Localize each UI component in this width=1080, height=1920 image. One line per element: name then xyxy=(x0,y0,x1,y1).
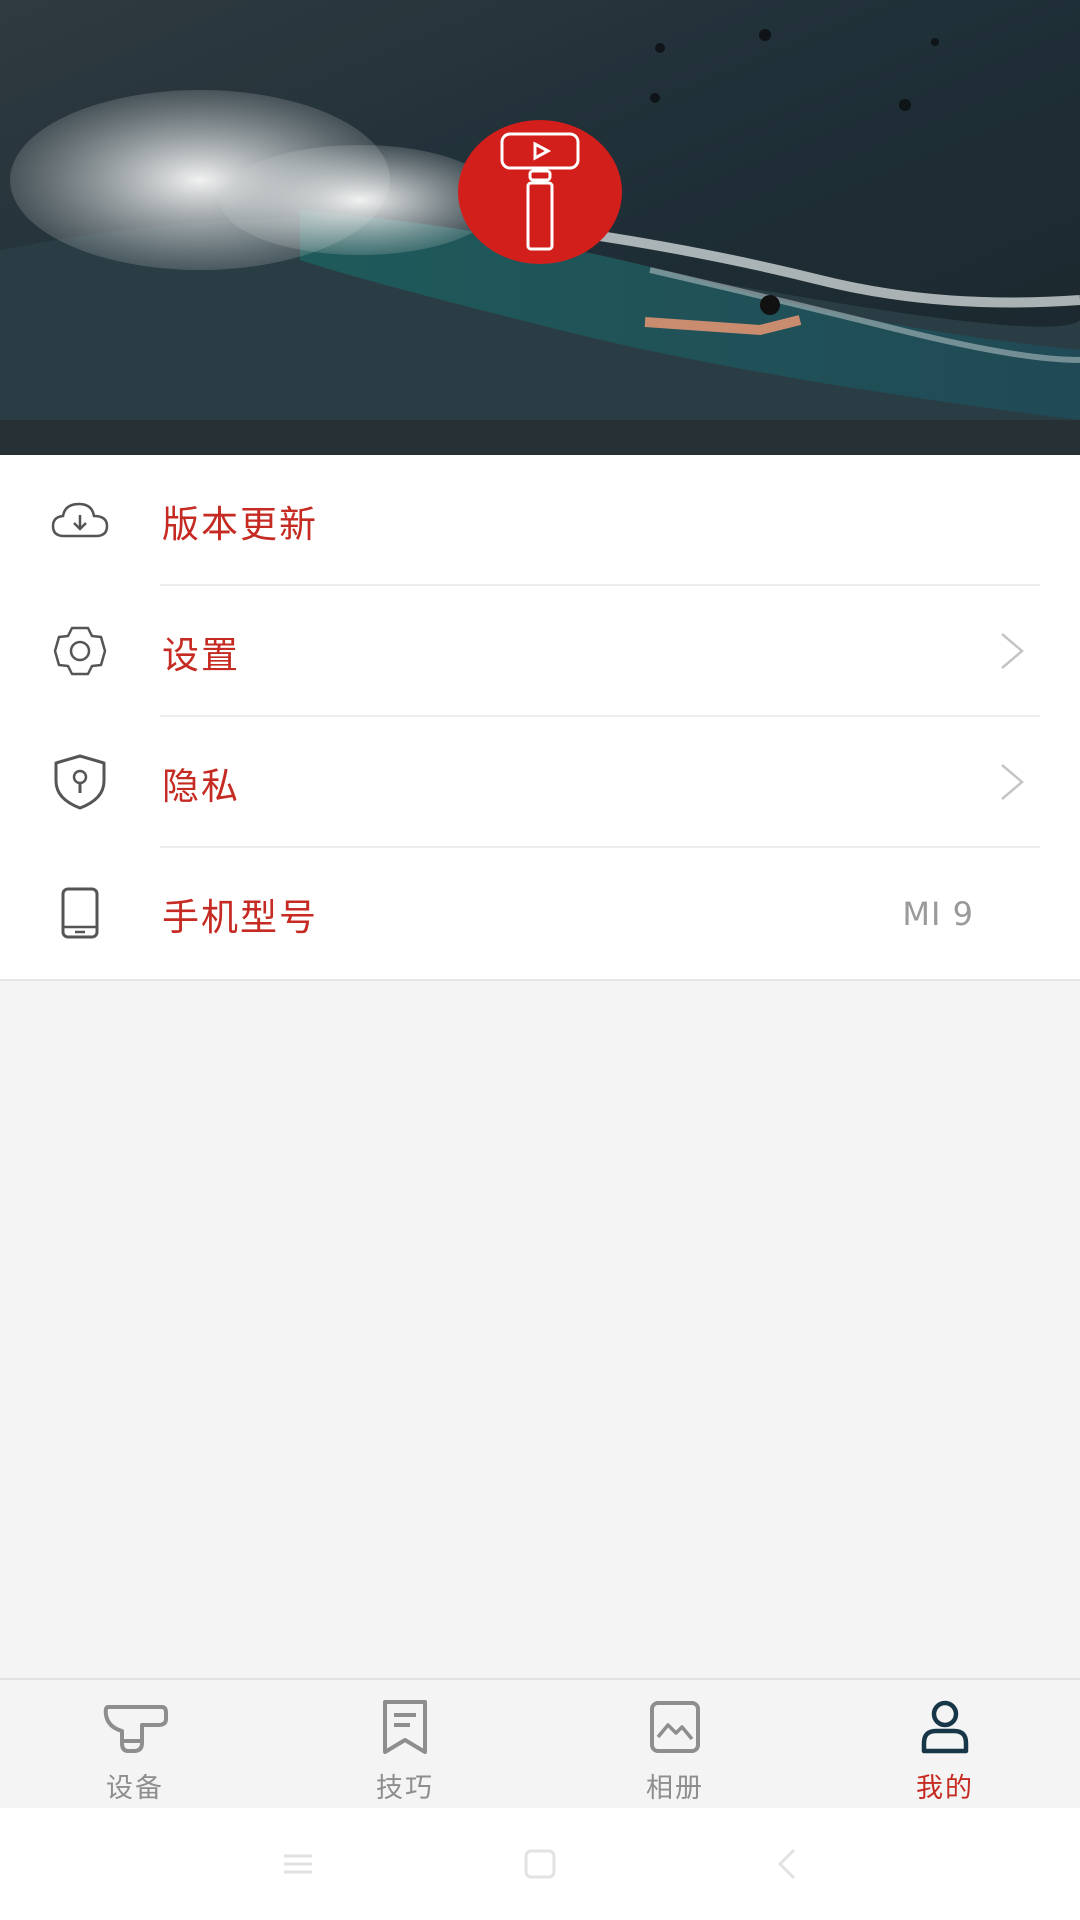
back-icon[interactable] xyxy=(768,1846,808,1882)
menu-item-settings[interactable]: 设置 xyxy=(0,586,1080,717)
tab-device[interactable]: 设备 xyxy=(0,1680,270,1810)
image-icon xyxy=(640,1696,710,1758)
bottom-tab-bar: 设备 技巧 相册 我的 xyxy=(0,1678,1080,1810)
user-icon xyxy=(910,1696,980,1758)
menu-item-label: 版本更新 xyxy=(162,502,318,546)
phone-model-value: MI 9 xyxy=(902,894,974,933)
phone-icon xyxy=(50,883,110,943)
settings-menu: 版本更新 设置 隐私 手机型号 MI 9 xyxy=(0,455,1080,981)
menu-item-label: 手机型号 xyxy=(162,895,318,939)
tab-tips[interactable]: 技巧 xyxy=(270,1680,540,1810)
home-icon[interactable] xyxy=(520,1846,560,1882)
tab-mine[interactable]: 我的 xyxy=(810,1680,1080,1810)
tab-label: 设备 xyxy=(106,1773,164,1804)
header-banner xyxy=(0,0,1080,455)
shield-keyhole-icon xyxy=(50,752,110,812)
bookmark-doc-icon xyxy=(370,1696,440,1758)
tab-label: 我的 xyxy=(916,1773,974,1804)
tab-label: 相册 xyxy=(646,1773,704,1804)
menu-icon[interactable] xyxy=(278,1846,318,1882)
gimbal-icon xyxy=(100,1696,170,1758)
chevron-right-icon xyxy=(994,631,1030,671)
gear-icon xyxy=(50,621,110,681)
tab-label: 技巧 xyxy=(376,1773,434,1804)
menu-item-label: 设置 xyxy=(162,633,240,677)
device-logo-button[interactable] xyxy=(458,120,622,264)
tab-album[interactable]: 相册 xyxy=(540,1680,810,1810)
menu-item-phone-model[interactable]: 手机型号 MI 9 xyxy=(0,848,1080,979)
menu-item-privacy[interactable]: 隐私 xyxy=(0,717,1080,848)
chevron-right-icon xyxy=(994,762,1030,802)
menu-item-label: 隐私 xyxy=(162,764,240,808)
cloud-download-icon xyxy=(50,490,110,550)
menu-item-version-update[interactable]: 版本更新 xyxy=(0,455,1080,586)
gimbal-stabilizer-icon xyxy=(500,132,580,251)
system-navigation-bar xyxy=(0,1808,1080,1920)
